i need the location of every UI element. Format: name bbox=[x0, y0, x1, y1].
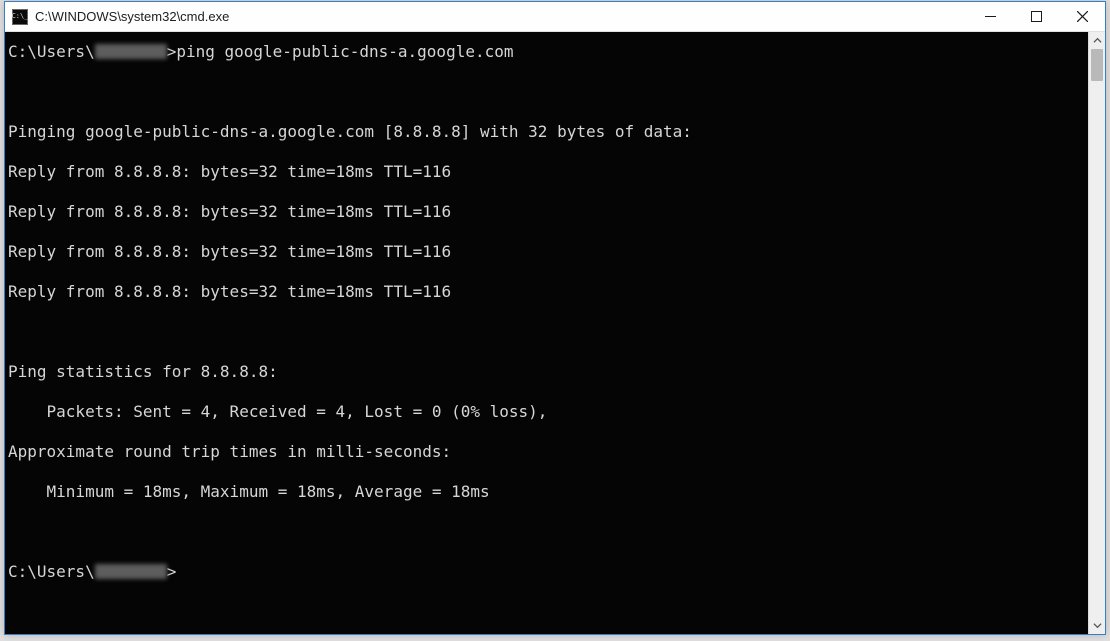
prompt-prefix: C:\Users\ bbox=[8, 562, 95, 581]
titlebar[interactable]: C:\WINDOWS\system32\cmd.exe bbox=[5, 2, 1105, 32]
reply-line-1: Reply from 8.8.8.8: bytes=32 time=18ms T… bbox=[8, 162, 1080, 182]
prompt-suffix: > bbox=[167, 42, 177, 61]
chevron-down-icon bbox=[1093, 621, 1102, 630]
window-title: C:\WINDOWS\system32\cmd.exe bbox=[35, 9, 967, 24]
approx-line: Approximate round trip times in milli-se… bbox=[8, 442, 1080, 462]
blank-line bbox=[8, 82, 1080, 102]
maximize-icon bbox=[1031, 11, 1042, 22]
reply-line-2: Reply from 8.8.8.8: bytes=32 time=18ms T… bbox=[8, 202, 1080, 222]
pinging-line: Pinging google-public-dns-a.google.com [… bbox=[8, 122, 1080, 142]
redacted-username bbox=[95, 564, 167, 579]
close-button[interactable] bbox=[1059, 2, 1105, 31]
scrollbar-track[interactable] bbox=[1089, 49, 1105, 617]
prompt-prefix: C:\Users\ bbox=[8, 42, 95, 61]
cmd-icon bbox=[12, 9, 28, 25]
prompt-line-idle: C:\Users\ > bbox=[8, 562, 1080, 582]
minimize-icon bbox=[985, 11, 996, 22]
window-body: C:\Users\>ping google-public-dns-a.googl… bbox=[5, 32, 1105, 634]
scroll-down-button[interactable] bbox=[1089, 617, 1105, 634]
terminal-output[interactable]: C:\Users\>ping google-public-dns-a.googl… bbox=[5, 32, 1088, 634]
chevron-up-icon bbox=[1093, 36, 1102, 45]
prompt-suffix: > bbox=[167, 562, 177, 581]
packets-line: Packets: Sent = 4, Received = 4, Lost = … bbox=[8, 402, 1080, 422]
scrollbar-thumb[interactable] bbox=[1091, 49, 1103, 81]
prompt-line: C:\Users\ >ping google-public-dns-a.googl… bbox=[8, 42, 1080, 62]
maximize-button[interactable] bbox=[1013, 2, 1059, 31]
reply-line-3: Reply from 8.8.8.8: bytes=32 time=18ms T… bbox=[8, 242, 1080, 262]
minimize-button[interactable] bbox=[967, 2, 1013, 31]
window-controls bbox=[967, 2, 1105, 31]
scroll-up-button[interactable] bbox=[1089, 32, 1105, 49]
minmax-line: Minimum = 18ms, Maximum = 18ms, Average … bbox=[8, 482, 1080, 502]
blank-line bbox=[8, 322, 1080, 342]
entered-command: ping google-public-dns-a.google.com bbox=[176, 42, 513, 61]
blank-line bbox=[8, 522, 1080, 542]
cmd-window: C:\WINDOWS\system32\cmd.exe C:\Users\>pi… bbox=[4, 1, 1106, 635]
reply-line-4: Reply from 8.8.8.8: bytes=32 time=18ms T… bbox=[8, 282, 1080, 302]
stats-header: Ping statistics for 8.8.8.8: bbox=[8, 362, 1080, 382]
vertical-scrollbar[interactable] bbox=[1088, 32, 1105, 634]
close-icon bbox=[1077, 11, 1088, 22]
redacted-username bbox=[95, 44, 167, 59]
